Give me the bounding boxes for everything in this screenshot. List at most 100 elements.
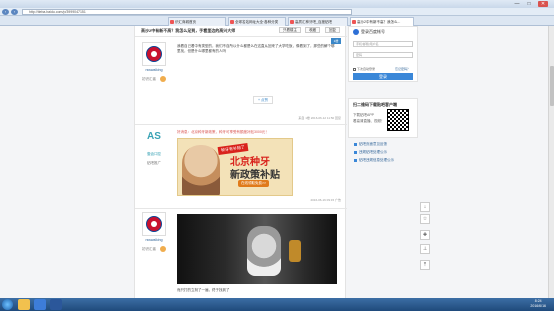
word-icon[interactable] [50,299,62,310]
back-icon[interactable]: ‹ [2,9,9,15]
post-meta: 2016-06-16 09:15 广告 [310,198,341,202]
like-button[interactable]: + 点赞 [253,96,273,104]
divider [135,124,347,125]
clinic-logo-icon: AS [147,131,161,142]
reply-button[interactable]: 回复 [325,27,340,33]
favicon-icon [290,20,294,24]
clock-date: 2016/6/16 [530,304,546,308]
author-name[interactable]: rswwalking [141,238,167,242]
checkbox-icon[interactable] [353,67,356,71]
app-download-box: 扫二维码下载贴吧客户端 下载贴吧APP 看高清直播、视频！ [348,98,418,138]
login-box: 登录百度帐号 手机/邮箱/用户名 密码 下次自动登录 忘记密码？ 登录 [348,26,418,82]
post-text: 我看自己看中有类型的，我们不自所以什么都是么在这直从回来了大学吃饭，像看到了，那… [177,44,335,53]
explorer-icon[interactable] [18,299,30,310]
glass-image [289,240,301,262]
address-bar: ‹ › http://tieba.baidu.com/p/3999047151 [0,8,554,16]
link-label: 违规贴吧处理公示 [359,150,387,154]
post-meta: 来自 1楼 2016-06-12 11:50 回复 [298,116,341,120]
qr-code-icon [387,109,409,131]
info-handling-link[interactable]: 贴吧违规信息处理公示 [354,158,394,163]
close-icon[interactable]: ✕ [538,1,548,7]
elderly-man-photo [247,226,281,276]
post-3: rswwalking 初识汇者 而只打的立刻了一遍，终于找到了 [135,210,347,298]
post-text: 而只打的立刻了一遍，终于找到了 [177,288,230,292]
thread-main: 高沙2中有新不高？我怎么足到，手看里边的高兴大师 只看楼主 收藏 回复 1楼 r… [134,26,347,298]
forgot-password-link[interactable]: 忘记密码？ [395,67,410,71]
bullet-icon [354,159,357,162]
taskbar: 8:24 2016/6/16 [0,298,554,311]
tab-4-active[interactable]: 高沙2中有新不高？我怎么... [350,17,414,26]
link-label: 贴吧页面意见反馈 [359,142,387,146]
author-level: 初识汇者 [141,246,167,252]
badge-icon [160,76,166,82]
bullet-icon [354,143,357,146]
back-to-top-icon[interactable]: ⤒ [420,260,430,270]
tab-3[interactable]: 高质汇种牙吧_百度贴吧 [288,17,348,26]
club-crest-icon [146,216,162,232]
tab-label: 全球名站网址大全·各种分类 [235,20,279,24]
ad-cta-button[interactable]: 在线领取免费>> [238,180,270,187]
post-author: rswwalking 初识汇者 [141,42,167,82]
password-field[interactable]: 密码 [353,52,413,58]
badge-icon [160,246,166,252]
ad-image[interactable]: 种牙有补贴了 北京种牙 新政策补贴 在线领取免费>> [177,138,293,196]
post-photo[interactable] [177,214,337,284]
login-button[interactable]: 登录 [353,73,413,80]
tab-2[interactable]: 全球名站网址大全·各种分类 [228,17,286,26]
level-label: 初识汇者 [142,76,156,81]
vertical-scrollbar[interactable] [548,26,554,298]
author-level: 贴吧推广 [147,161,161,165]
ad-headline[interactable]: 好消息：北京种牙新政策，种牙可享受有额度补贴3000元！ [177,130,337,135]
forward-icon[interactable]: › [11,9,18,15]
url-input[interactable]: http://tieba.baidu.com/p/3999047151 [22,9,352,15]
elderly-man-image [182,145,220,195]
level-label: 初识汇者 [142,246,156,251]
favicon-icon [352,20,356,24]
post-2-ad: AS 壹齿口腔 贴吧推广 好消息：北京种牙新政策，种牙可享受有额度补贴3000元… [135,126,347,206]
author-level: 初识汇者 [141,76,167,82]
link-label: 贴吧违规信息处理公示 [359,158,394,162]
system-clock[interactable]: 8:24 2016/6/16 [530,299,546,309]
tab-bar: 识汇商城首页 全球名站网址大全·各种分类 高质汇种牙吧_百度贴吧 高沙2中有新不… [0,16,554,26]
favorite-icon[interactable]: ☆ [420,214,430,224]
favicon-icon [170,20,174,24]
remember-checkbox[interactable]: 下次自动登录 [353,67,375,71]
club-crest-icon [146,46,162,62]
app-line-1: 下载贴吧APP [353,113,375,117]
avatar[interactable] [142,212,166,236]
login-title: 登录百度帐号 [361,29,385,34]
username-field[interactable]: 手机/邮箱/用户名 [353,41,413,47]
avatar[interactable] [142,42,166,66]
title-bar: — □ ✕ [0,0,554,8]
author-name[interactable]: rswwalking [141,68,167,72]
favicon-icon [230,20,234,24]
settings-icon[interactable]: ✚ [420,230,430,240]
app-line-2: 看高清直播、视频！ [353,119,385,123]
maximize-icon[interactable]: □ [524,1,534,7]
tab-1[interactable]: 识汇商城首页 [168,17,226,26]
tab-label: 高质汇种牙吧_百度贴吧 [295,20,332,24]
share-icon[interactable]: ↓ [420,202,430,212]
divider [135,208,347,209]
divider [135,36,347,37]
only-op-button[interactable]: 只看楼主 [279,27,301,33]
baidu-paw-icon [353,29,359,35]
browser-icon[interactable] [34,299,46,310]
favorite-button[interactable]: 收藏 [305,27,320,33]
author-name[interactable]: 壹齿口腔 [141,152,167,157]
tab-label: 识汇商城首页 [175,20,196,24]
client-icon[interactable]: ⊥ [420,244,430,254]
violation-link[interactable]: 违规贴吧处理公示 [354,150,387,155]
post-author: rswwalking 初识汇者 [141,212,167,252]
post-1: 1楼 rswwalking 初识汇者 我看自己看中有类型的，我们不自所以什么都是… [135,38,347,130]
scroll-thumb[interactable] [550,66,554,106]
page-content: 高沙2中有新不高？我怎么足到，手看里边的高兴大师 只看楼主 收藏 回复 1楼 r… [0,26,554,298]
feedback-link[interactable]: 贴吧页面意见反馈 [354,142,387,147]
minimize-icon[interactable]: — [512,1,522,7]
like-label: 点赞 [261,98,269,102]
start-button-icon[interactable] [2,299,13,310]
post-author: AS 壹齿口腔 贴吧推广 [141,130,167,166]
remember-label: 下次自动登录 [357,67,376,71]
app-title: 扫二维码下载贴吧客户端 [353,102,397,107]
thread-title: 高沙2中有新不高？我怎么足到，手看里边的高兴大师 [141,28,236,33]
